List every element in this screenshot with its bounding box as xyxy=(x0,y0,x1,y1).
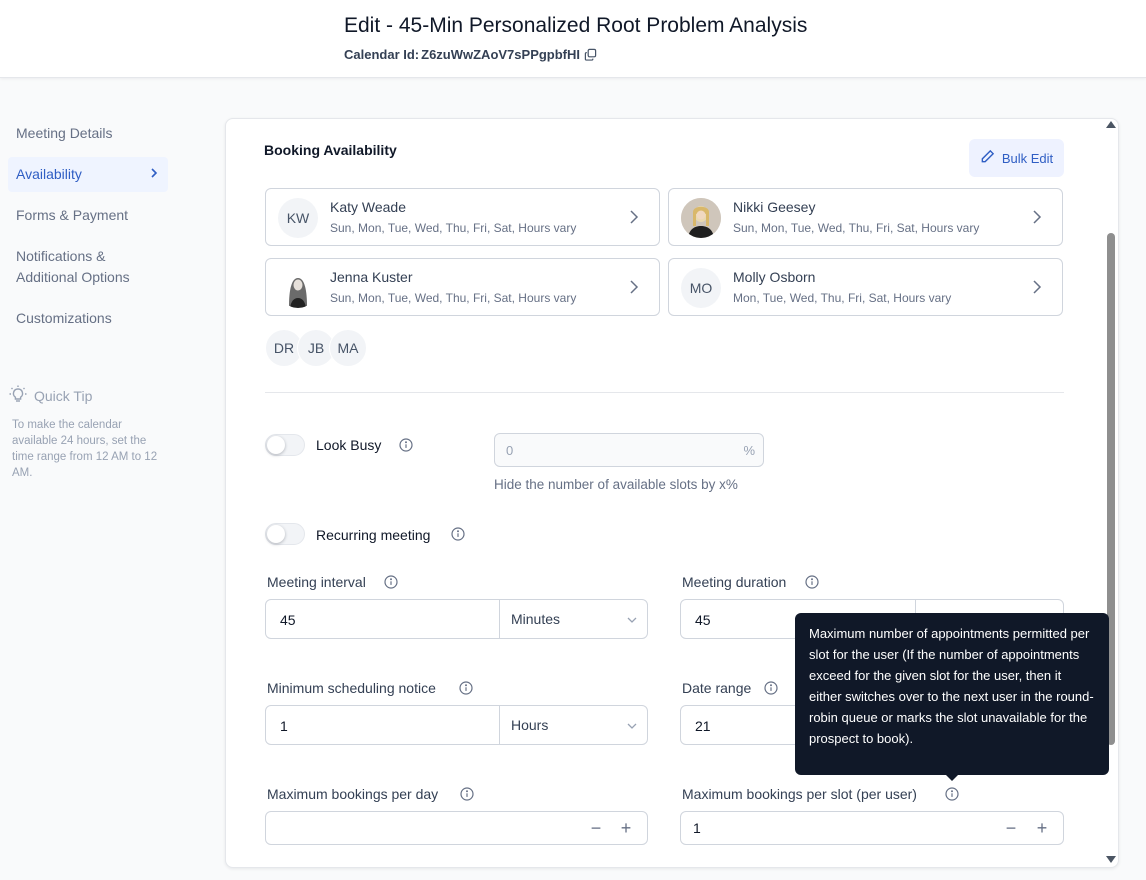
user-card-jenna-kuster[interactable]: Jenna Kuster Sun, Mon, Tue, Wed, Thu, Fr… xyxy=(265,258,660,316)
date-range-label: Date range xyxy=(682,680,752,696)
calendar-id-value: Z6zuWwZAoV7sPPgpbfHI xyxy=(421,47,581,62)
info-icon[interactable] xyxy=(805,575,819,589)
chevron-right-icon xyxy=(630,280,639,294)
quick-tip: Quick Tip To make the calendar available… xyxy=(8,384,168,481)
meeting-duration-value: 45 xyxy=(695,612,711,628)
look-busy-toggle[interactable] xyxy=(265,434,305,456)
max-per-slot-label: Maximum bookings per slot (per user) xyxy=(682,786,917,802)
max-per-slot-value: 1 xyxy=(693,820,701,836)
chevron-down-icon xyxy=(627,723,637,729)
min-notice-label: Minimum scheduling notice xyxy=(267,680,436,696)
max-per-day-label: Maximum bookings per day xyxy=(267,786,439,802)
meeting-interval-field[interactable]: 45 Minutes xyxy=(265,599,648,639)
unit-value: Minutes xyxy=(511,611,561,627)
avatar-photo xyxy=(681,198,721,238)
toggle-knob xyxy=(267,525,285,543)
user-card-nikki-geesey[interactable]: Nikki Geesey Sun, Mon, Tue, Wed, Thu, Fr… xyxy=(668,188,1063,246)
bulk-edit-button[interactable]: Bulk Edit xyxy=(969,139,1064,177)
info-icon[interactable] xyxy=(399,438,413,452)
user-name: Nikki Geesey xyxy=(733,199,816,215)
page-header: Edit - 45-Min Personalized Root Problem … xyxy=(0,0,1146,78)
user-card-molly-osborn[interactable]: MO Molly Osborn Mon, Tue, Wed, Thu, Fri,… xyxy=(668,258,1063,316)
sidebar-item-notifications[interactable]: Notifications & Additional Options xyxy=(8,239,168,295)
avatar: KW xyxy=(278,198,318,238)
meeting-interval-value: 45 xyxy=(280,612,296,628)
pencil-icon xyxy=(980,149,995,167)
tooltip-arrow xyxy=(945,774,959,781)
look-busy-percent-input[interactable]: 0 % xyxy=(494,433,764,467)
lightbulb-icon xyxy=(8,384,28,407)
look-busy-label: Look Busy xyxy=(316,437,382,453)
recurring-meeting-toggle[interactable] xyxy=(265,523,305,545)
avatar-small[interactable]: MA xyxy=(329,329,367,367)
info-icon[interactable] xyxy=(451,527,465,541)
decrement-button[interactable]: − xyxy=(586,818,606,838)
scroll-down-arrow[interactable] xyxy=(1106,856,1116,863)
unit-value: Hours xyxy=(511,717,549,733)
chevron-right-icon xyxy=(150,164,158,185)
min-notice-unit-select[interactable]: Hours xyxy=(499,706,647,744)
chevron-right-icon xyxy=(630,210,639,224)
scroll-up-arrow[interactable] xyxy=(1106,121,1116,128)
quick-tip-title: Quick Tip xyxy=(34,387,93,404)
decrement-button[interactable]: − xyxy=(1001,818,1021,838)
user-card-katy-weade[interactable]: KW Katy Weade Sun, Mon, Tue, Wed, Thu, F… xyxy=(265,188,660,246)
min-notice-field[interactable]: 1 Hours xyxy=(265,705,648,745)
chevron-down-icon xyxy=(627,617,637,623)
copy-icon[interactable] xyxy=(584,48,598,62)
toggle-knob xyxy=(267,436,285,454)
sidebar-item-meeting-details[interactable]: Meeting Details xyxy=(8,116,168,151)
calendar-id: Calendar Id: Z6zuWwZAoV7sPPgpbfHI xyxy=(344,47,598,62)
info-icon[interactable] xyxy=(460,787,474,801)
sidebar-item-label: Availability xyxy=(16,166,82,182)
user-name: Molly Osborn xyxy=(733,269,816,285)
user-days: Mon, Tue, Wed, Thu, Fri, Sat, Hours vary xyxy=(733,291,952,305)
meeting-interval-unit-select[interactable]: Minutes xyxy=(499,600,647,638)
user-name: Katy Weade xyxy=(330,199,407,215)
max-per-slot-stepper[interactable]: 1 − + xyxy=(680,811,1064,845)
booking-availability-title: Booking Availability xyxy=(264,142,397,158)
sidebar-item-forms-payment[interactable]: Forms & Payment xyxy=(8,198,168,233)
section-divider xyxy=(265,392,1064,393)
look-busy-value: 0 xyxy=(506,443,514,458)
user-days: Sun, Mon, Tue, Wed, Thu, Fri, Sat, Hours… xyxy=(733,221,980,235)
avatar-photo xyxy=(278,268,318,308)
bulk-edit-label: Bulk Edit xyxy=(1001,150,1054,166)
sidebar-nav: Meeting Details Availability Forms & Pay… xyxy=(8,116,172,336)
sidebar-item-availability[interactable]: Availability xyxy=(8,157,168,192)
page-title: Edit - 45-Min Personalized Root Problem … xyxy=(344,14,808,37)
avatar: MO xyxy=(681,268,721,308)
sidebar-item-customizations[interactable]: Customizations xyxy=(8,301,168,336)
meeting-duration-label: Meeting duration xyxy=(682,574,787,590)
recurring-meeting-label: Recurring meeting xyxy=(316,527,431,543)
info-icon[interactable] xyxy=(459,681,473,695)
meeting-interval-label: Meeting interval xyxy=(267,574,366,590)
date-range-value: 21 xyxy=(695,718,711,734)
info-icon[interactable] xyxy=(945,787,959,801)
user-name: Jenna Kuster xyxy=(330,269,413,285)
calendar-id-label: Calendar Id: xyxy=(344,47,420,62)
chevron-right-icon xyxy=(1033,280,1042,294)
quick-tip-text: To make the calendar available 24 hours,… xyxy=(12,419,158,479)
increment-button[interactable]: + xyxy=(616,818,636,838)
chevron-right-icon xyxy=(1033,210,1042,224)
min-notice-value: 1 xyxy=(280,718,288,734)
info-icon[interactable] xyxy=(764,681,778,695)
increment-button[interactable]: + xyxy=(1032,818,1052,838)
info-icon[interactable] xyxy=(384,575,398,589)
percent-suffix: % xyxy=(743,443,755,458)
user-days: Sun, Mon, Tue, Wed, Thu, Fri, Sat, Hours… xyxy=(330,291,577,305)
look-busy-hint: Hide the number of available slots by x% xyxy=(494,477,738,492)
tooltip: Maximum number of appointments permitted… xyxy=(795,613,1109,775)
user-days: Sun, Mon, Tue, Wed, Thu, Fri, Sat, Hours… xyxy=(330,221,577,235)
max-per-day-stepper[interactable]: − + xyxy=(265,811,648,845)
